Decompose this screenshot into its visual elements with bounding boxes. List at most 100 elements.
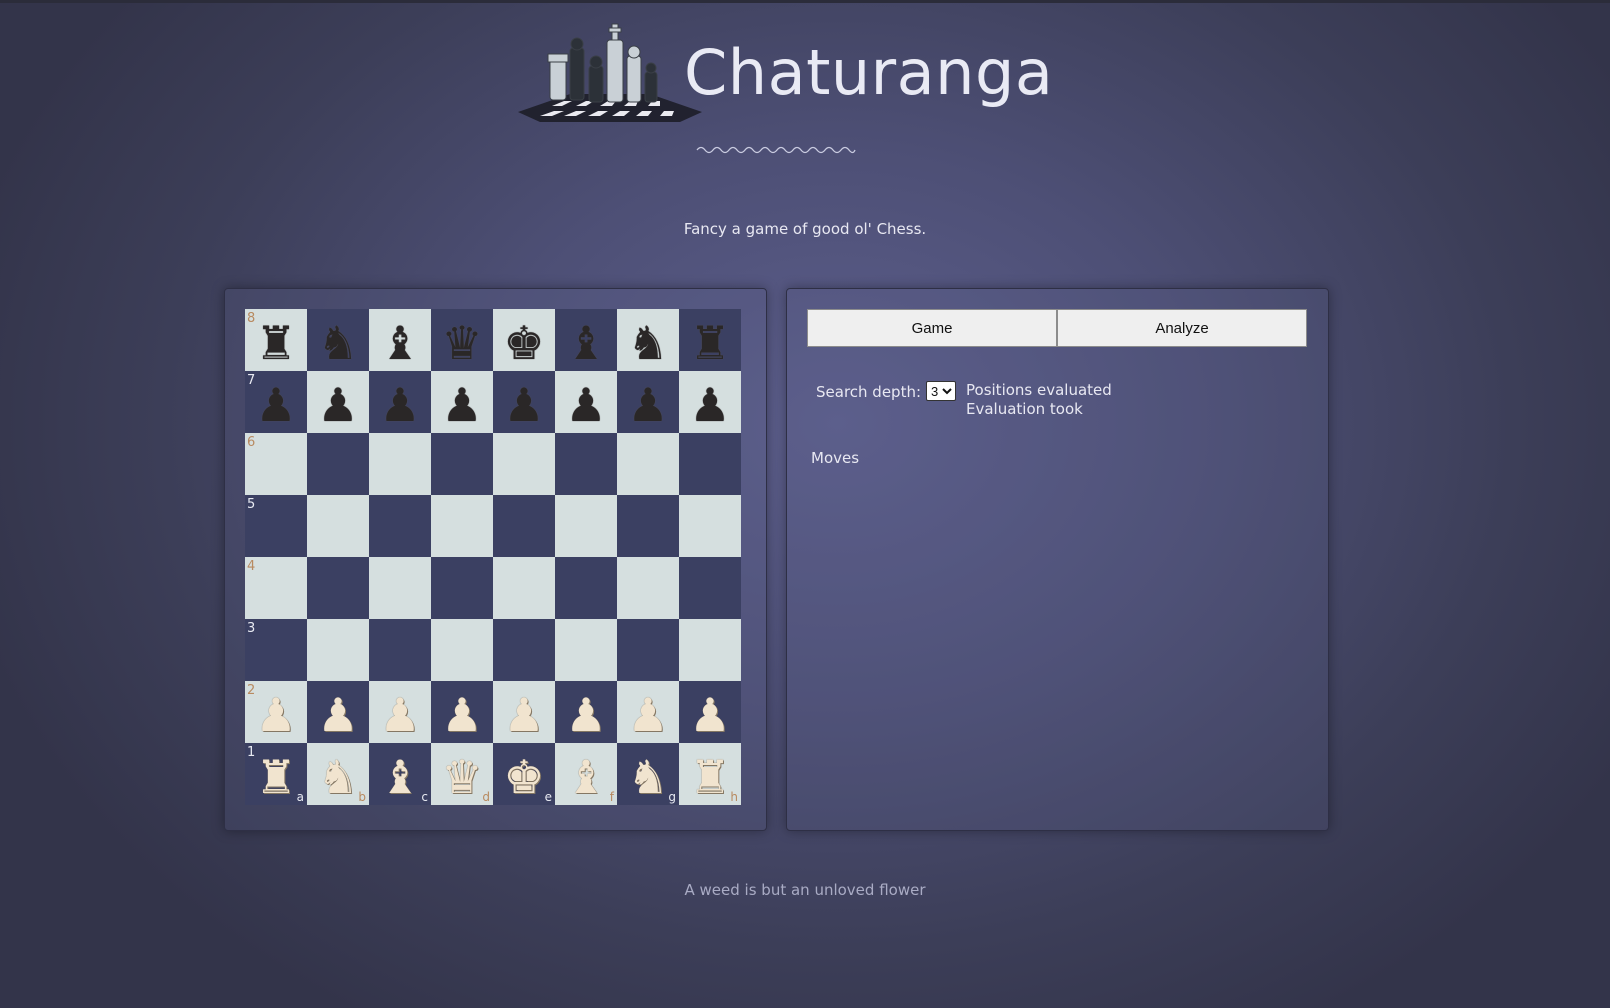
white-queen-icon[interactable]: ♛ <box>441 754 482 800</box>
black-knight-icon[interactable]: ♞ <box>317 320 358 366</box>
search-depth-select[interactable]: 3 <box>926 381 957 401</box>
board-square-c5[interactable] <box>369 495 431 557</box>
board-square-h4[interactable] <box>679 557 741 619</box>
board-square-a4[interactable]: 4 <box>245 557 307 619</box>
board-square-e7[interactable]: ♟ <box>493 371 555 433</box>
board-square-h1[interactable]: h ♜ <box>679 743 741 805</box>
board-square-e4[interactable] <box>493 557 555 619</box>
black-pawn-icon[interactable]: ♟ <box>565 382 606 428</box>
board-square-b4[interactable] <box>307 557 369 619</box>
board-square-c1[interactable]: c ♝ <box>369 743 431 805</box>
board-square-d5[interactable] <box>431 495 493 557</box>
board-square-e2[interactable]: ♟ <box>493 681 555 743</box>
board-square-e6[interactable] <box>493 433 555 495</box>
white-king-icon[interactable]: ♚ <box>503 754 544 800</box>
board-square-d3[interactable] <box>431 619 493 681</box>
board-square-d6[interactable] <box>431 433 493 495</box>
board-square-h8[interactable]: ♜ <box>679 309 741 371</box>
board-square-a5[interactable]: 5 <box>245 495 307 557</box>
board-square-f1[interactable]: f ♝ <box>555 743 617 805</box>
white-pawn-icon[interactable]: ♟ <box>627 692 668 738</box>
white-pawn-icon[interactable]: ♟ <box>441 692 482 738</box>
tab-game[interactable]: Game <box>807 309 1057 347</box>
board-square-d2[interactable]: ♟ <box>431 681 493 743</box>
white-bishop-icon[interactable]: ♝ <box>379 754 420 800</box>
board-square-g7[interactable]: ♟ <box>617 371 679 433</box>
board-square-b5[interactable] <box>307 495 369 557</box>
board-square-f6[interactable] <box>555 433 617 495</box>
black-pawn-icon[interactable]: ♟ <box>441 382 482 428</box>
board-square-g2[interactable]: ♟ <box>617 681 679 743</box>
board-square-a1[interactable]: 1 a ♜ <box>245 743 307 805</box>
board-square-g8[interactable]: ♞ <box>617 309 679 371</box>
white-pawn-icon[interactable]: ♟ <box>379 692 420 738</box>
black-pawn-icon[interactable]: ♟ <box>255 382 296 428</box>
board-square-f3[interactable] <box>555 619 617 681</box>
black-queen-icon[interactable]: ♛ <box>441 320 482 366</box>
board-square-c6[interactable] <box>369 433 431 495</box>
black-rook-icon[interactable]: ♜ <box>255 320 296 366</box>
rank-label: 2 <box>247 683 256 698</box>
black-knight-icon[interactable]: ♞ <box>627 320 668 366</box>
board-square-e8[interactable]: ♚ <box>493 309 555 371</box>
board-square-b8[interactable]: ♞ <box>307 309 369 371</box>
tab-analyze[interactable]: Analyze <box>1057 309 1307 347</box>
board-square-b3[interactable] <box>307 619 369 681</box>
board-square-a8[interactable]: 8 ♜ <box>245 309 307 371</box>
board-square-b1[interactable]: b ♞ <box>307 743 369 805</box>
board-square-b6[interactable] <box>307 433 369 495</box>
board-square-f2[interactable]: ♟ <box>555 681 617 743</box>
white-bishop-icon[interactable]: ♝ <box>565 754 606 800</box>
black-pawn-icon[interactable]: ♟ <box>379 382 420 428</box>
board-square-c8[interactable]: ♝ <box>369 309 431 371</box>
board-square-f4[interactable] <box>555 557 617 619</box>
board-square-e3[interactable] <box>493 619 555 681</box>
board-square-b2[interactable]: ♟ <box>307 681 369 743</box>
white-rook-icon[interactable]: ♜ <box>255 754 296 800</box>
white-pawn-icon[interactable]: ♟ <box>503 692 544 738</box>
board-square-e1[interactable]: e ♚ <box>493 743 555 805</box>
board-square-h6[interactable] <box>679 433 741 495</box>
board-square-a3[interactable]: 3 <box>245 619 307 681</box>
board-square-e5[interactable] <box>493 495 555 557</box>
board-square-d4[interactable] <box>431 557 493 619</box>
black-pawn-icon[interactable]: ♟ <box>317 382 358 428</box>
board-square-f5[interactable] <box>555 495 617 557</box>
board-square-h2[interactable]: ♟ <box>679 681 741 743</box>
black-rook-icon[interactable]: ♜ <box>689 320 730 366</box>
board-square-d8[interactable]: ♛ <box>431 309 493 371</box>
white-rook-icon[interactable]: ♜ <box>689 754 730 800</box>
black-king-icon[interactable]: ♚ <box>503 320 544 366</box>
black-pawn-icon[interactable]: ♟ <box>627 382 668 428</box>
board-square-h3[interactable] <box>679 619 741 681</box>
board-square-g1[interactable]: g ♞ <box>617 743 679 805</box>
board-square-h7[interactable]: ♟ <box>679 371 741 433</box>
board-square-a2[interactable]: 2 ♟ <box>245 681 307 743</box>
black-pawn-icon[interactable]: ♟ <box>689 382 730 428</box>
white-pawn-icon[interactable]: ♟ <box>255 692 296 738</box>
board-square-g4[interactable] <box>617 557 679 619</box>
board-square-g6[interactable] <box>617 433 679 495</box>
board-square-c2[interactable]: ♟ <box>369 681 431 743</box>
board-square-c7[interactable]: ♟ <box>369 371 431 433</box>
white-knight-icon[interactable]: ♞ <box>627 754 668 800</box>
board-square-f8[interactable]: ♝ <box>555 309 617 371</box>
black-bishop-icon[interactable]: ♝ <box>565 320 606 366</box>
board-square-h5[interactable] <box>679 495 741 557</box>
board-square-d7[interactable]: ♟ <box>431 371 493 433</box>
black-bishop-icon[interactable]: ♝ <box>379 320 420 366</box>
board-square-d1[interactable]: d ♛ <box>431 743 493 805</box>
white-pawn-icon[interactable]: ♟ <box>317 692 358 738</box>
white-pawn-icon[interactable]: ♟ <box>565 692 606 738</box>
white-knight-icon[interactable]: ♞ <box>317 754 358 800</box>
board-square-b7[interactable]: ♟ <box>307 371 369 433</box>
board-square-c4[interactable] <box>369 557 431 619</box>
board-square-c3[interactable] <box>369 619 431 681</box>
white-pawn-icon[interactable]: ♟ <box>689 692 730 738</box>
board-square-g3[interactable] <box>617 619 679 681</box>
board-square-g5[interactable] <box>617 495 679 557</box>
black-pawn-icon[interactable]: ♟ <box>503 382 544 428</box>
board-square-a6[interactable]: 6 <box>245 433 307 495</box>
board-square-f7[interactable]: ♟ <box>555 371 617 433</box>
board-square-a7[interactable]: 7 ♟ <box>245 371 307 433</box>
